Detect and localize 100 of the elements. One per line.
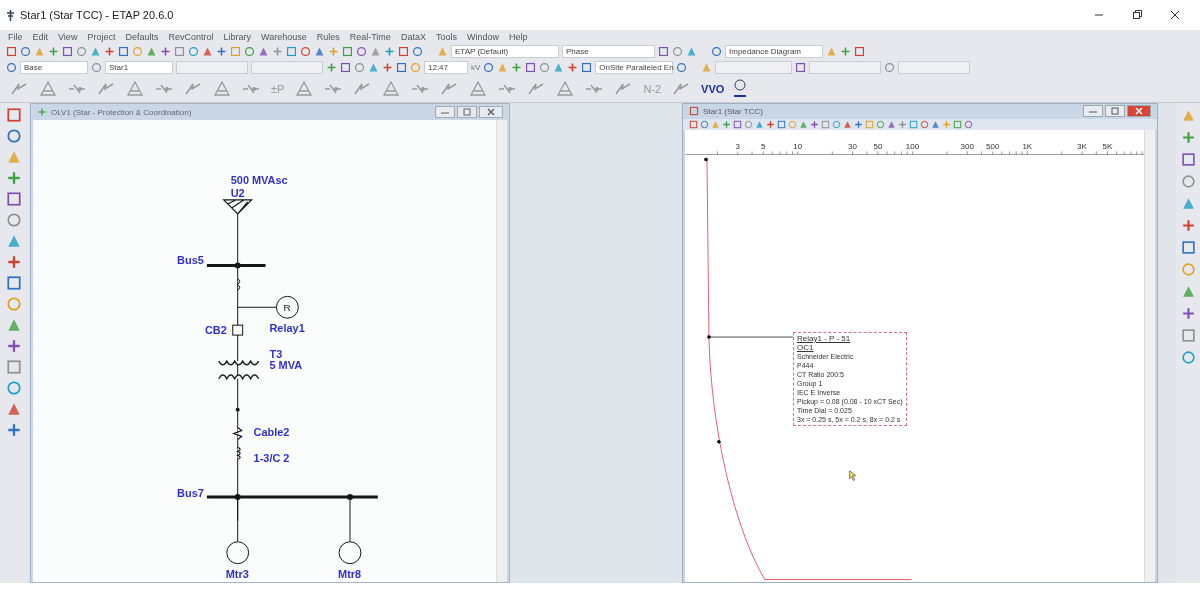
restore-icon[interactable]	[1132, 10, 1142, 20]
tool-icon[interactable]	[48, 45, 59, 57]
tool-icon[interactable]	[722, 119, 731, 129]
tool-icon[interactable]	[6, 275, 22, 291]
menu-item[interactable]: Warehouse	[261, 31, 307, 42]
tool-icon[interactable]	[1180, 284, 1196, 299]
tool-icon[interactable]	[62, 45, 73, 57]
tool-icon[interactable]	[202, 45, 213, 57]
minimize-icon[interactable]	[435, 106, 455, 118]
tool-icon[interactable]	[91, 61, 102, 73]
tool-icon[interactable]	[398, 45, 409, 57]
tool-icon[interactable]	[258, 45, 269, 57]
tool-icon[interactable]	[384, 45, 395, 57]
tool-icon[interactable]	[188, 45, 199, 57]
tool-icon[interactable]	[1180, 328, 1196, 343]
tool-icon[interactable]	[37, 107, 47, 117]
tool-icon[interactable]	[539, 61, 551, 73]
tool-icon[interactable]	[898, 119, 907, 129]
tool-icon[interactable]	[1180, 240, 1196, 255]
tool-icon[interactable]	[340, 61, 351, 73]
tool-icon[interactable]	[854, 119, 863, 129]
tool-icon[interactable]	[174, 45, 185, 57]
tool-icon[interactable]	[1180, 152, 1196, 167]
base-dropdown[interactable]: Base	[20, 60, 88, 74]
tool-icon[interactable]	[1180, 196, 1196, 211]
tool-icon[interactable]	[711, 45, 722, 57]
tool-icon[interactable]	[6, 45, 17, 57]
tool-icon[interactable]	[1180, 130, 1196, 145]
tool-icon[interactable]	[525, 61, 537, 73]
tool-icon[interactable]	[795, 61, 807, 73]
tool-icon[interactable]	[90, 45, 101, 57]
tool-icon[interactable]	[368, 61, 379, 73]
tool-icon[interactable]	[314, 45, 325, 57]
tool-icon[interactable]	[6, 338, 22, 354]
tool-icon[interactable]	[511, 61, 523, 73]
tool-icon[interactable]	[6, 61, 17, 73]
tool-icon[interactable]	[672, 45, 683, 57]
menu-item[interactable]: Help	[508, 31, 528, 42]
tool-icon[interactable]	[840, 45, 851, 57]
tool-icon[interactable]	[483, 61, 495, 73]
tool-icon[interactable]	[244, 45, 255, 57]
tool-icon[interactable]	[567, 61, 579, 73]
diagram-dropdown[interactable]: Impedance Diagram	[725, 44, 823, 58]
tool-icon[interactable]	[1180, 306, 1196, 321]
menu-item[interactable]: Library	[223, 31, 251, 42]
close-icon[interactable]	[1170, 10, 1180, 20]
menu-item[interactable]: DataX	[400, 31, 426, 42]
menu-item[interactable]: View	[58, 31, 78, 42]
time-field[interactable]: 12:47	[424, 60, 468, 74]
tool-icon[interactable]	[104, 45, 115, 57]
tool-icon[interactable]	[884, 61, 896, 73]
maximize-icon[interactable]	[1105, 105, 1125, 118]
tool-icon[interactable]	[76, 45, 87, 57]
tool-icon[interactable]	[342, 45, 353, 57]
tool-icon[interactable]	[146, 45, 157, 57]
tool-icon[interactable]	[6, 422, 22, 438]
tool-icon[interactable]	[272, 45, 283, 57]
tool-icon[interactable]	[326, 61, 337, 73]
tool-icon[interactable]	[6, 128, 22, 144]
tool-icon[interactable]	[6, 254, 22, 270]
menu-item[interactable]: Defaults	[125, 31, 159, 42]
tool-icon[interactable]	[553, 61, 565, 73]
menu-item[interactable]: File	[8, 31, 23, 42]
tool-icon[interactable]	[300, 45, 311, 57]
tool-icon[interactable]	[689, 106, 699, 117]
tool-icon[interactable]	[396, 61, 407, 73]
menu-item[interactable]: Real-Time	[349, 31, 391, 42]
scrollbar[interactable]	[496, 120, 507, 582]
tool-icon[interactable]	[6, 401, 22, 417]
tool-icon[interactable]	[160, 45, 171, 57]
scrollbar[interactable]	[1144, 130, 1155, 582]
tool-icon[interactable]	[6, 212, 22, 228]
tool-icon[interactable]	[382, 61, 393, 73]
menu-item[interactable]: Window	[466, 31, 499, 42]
menu-item[interactable]: Tools	[435, 31, 457, 42]
tool-button[interactable]: VVO	[697, 82, 729, 95]
tool-icon[interactable]	[766, 119, 775, 129]
tool-icon[interactable]	[286, 45, 297, 57]
phase-dropdown[interactable]: Phase	[562, 44, 655, 58]
tool-icon[interactable]	[412, 45, 423, 57]
revision-dropdown[interactable]: Star1	[105, 60, 173, 74]
tool-icon[interactable]	[1180, 174, 1196, 189]
minimize-icon[interactable]	[1083, 105, 1103, 118]
tool-icon[interactable]	[6, 191, 22, 207]
tool-icon[interactable]	[354, 61, 365, 73]
tool-icon[interactable]	[216, 45, 227, 57]
tool-icon[interactable]	[370, 45, 381, 57]
tool-icon[interactable]	[6, 359, 22, 375]
theme-dropdown[interactable]: ETAP (Default)	[451, 44, 559, 58]
tool-icon[interactable]	[356, 45, 367, 57]
tool-icon[interactable]	[6, 107, 22, 123]
menu-item[interactable]: Rules	[316, 31, 340, 42]
tool-icon[interactable]	[810, 119, 819, 129]
tool-icon[interactable]	[686, 45, 697, 57]
tool-icon[interactable]	[118, 45, 129, 57]
mode-dropdown[interactable]: OnSite Paralleled En	[595, 60, 674, 74]
menu-item[interactable]: RevControl	[168, 31, 214, 42]
tool-icon[interactable]	[581, 61, 593, 73]
tool-icon[interactable]	[6, 233, 22, 249]
tool-icon[interactable]	[6, 380, 22, 396]
